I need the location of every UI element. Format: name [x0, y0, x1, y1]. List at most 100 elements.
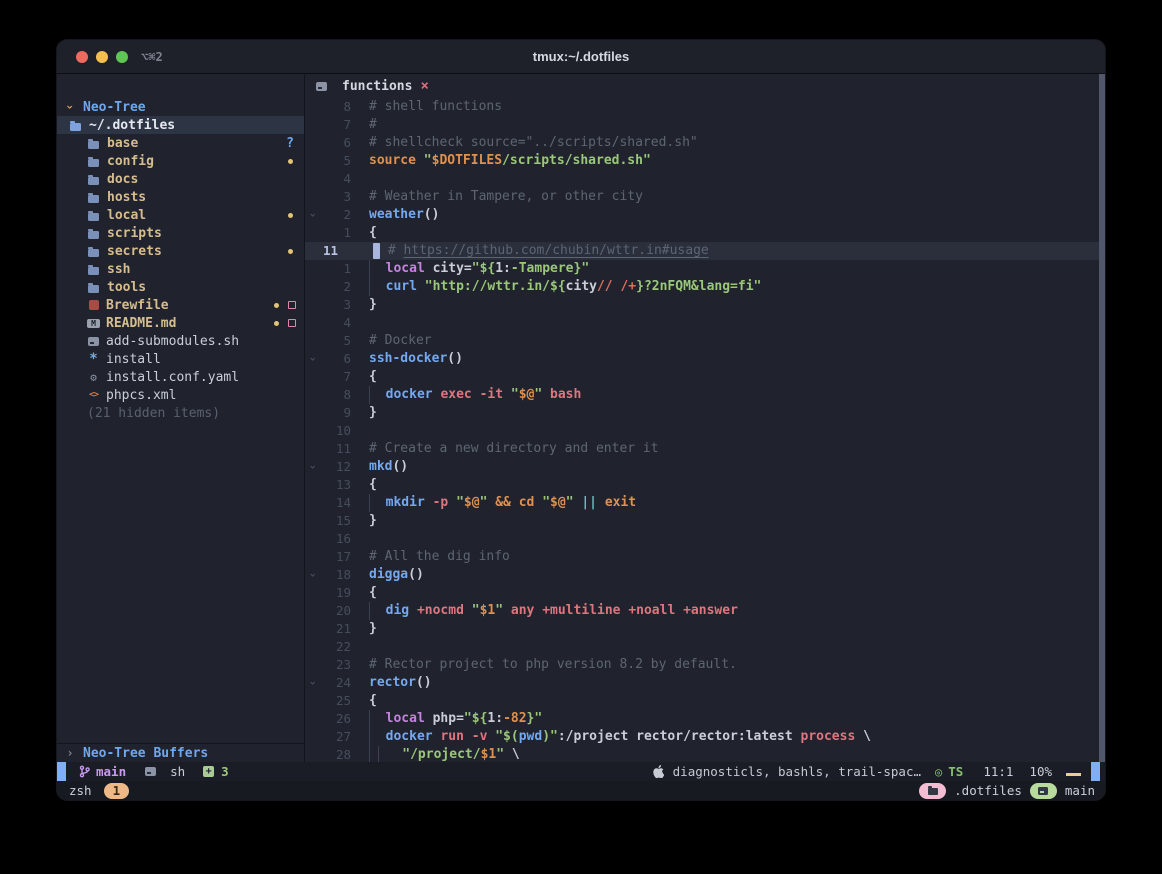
code-line[interactable]: 4	[305, 170, 1105, 188]
tree-item[interactable]: * install	[57, 350, 304, 368]
scroll-percent: 10%	[1029, 764, 1052, 779]
code-line[interactable]: 25{	[305, 692, 1105, 710]
line-number: 13	[319, 476, 351, 494]
code-line[interactable]: 19{	[305, 584, 1105, 602]
code-line[interactable]: 8 docker exec -it "$@" bash	[305, 386, 1105, 404]
tree-item[interactable]: scripts	[57, 224, 304, 242]
git-untracked-badge: ?	[286, 136, 294, 151]
code-line[interactable]: 7{	[305, 368, 1105, 386]
tree-item[interactable]: ~/.dotfiles	[57, 116, 304, 134]
fold-column[interactable]: ›	[305, 674, 319, 692]
cursor-position: 11:1	[983, 764, 1013, 779]
line-number: 4	[319, 170, 351, 188]
code-line[interactable]: 1 local city="${1:-Tampere}"	[305, 260, 1105, 278]
chevron-right-icon: ›	[65, 746, 75, 760]
code-line[interactable]: 6# shellcheck source="../scripts/shared.…	[305, 134, 1105, 152]
code-line[interactable]: 3# Weather in Tampere, or other city	[305, 188, 1105, 206]
fold-column[interactable]: ›	[305, 350, 319, 368]
code-line[interactable]: 3}	[305, 296, 1105, 314]
code-line[interactable]: ›12mkd()	[305, 458, 1105, 476]
line-number: 8	[319, 386, 351, 404]
code-line[interactable]: 8# shell functions	[305, 98, 1105, 116]
fold-column[interactable]: ›	[305, 566, 319, 584]
code-line-text: local php="${1:-82}"	[369, 710, 1105, 728]
tree-item[interactable]: secrets	[57, 242, 304, 260]
tmux-pane-name: main	[1065, 783, 1095, 798]
tmux-window-index[interactable]: 1	[104, 783, 130, 799]
neotree-header[interactable]: › Neo-Tree	[57, 98, 304, 116]
line-number: 24	[319, 674, 351, 692]
tab-close-icon[interactable]: ×	[420, 79, 428, 93]
fold-column[interactable]: ›	[305, 458, 319, 476]
tree-item-label: install.conf.yaml	[106, 370, 239, 385]
line-number: 15	[319, 512, 351, 530]
code-line[interactable]: 4	[305, 314, 1105, 332]
tree-item[interactable]: add-submodules.sh	[57, 332, 304, 350]
asterisk-icon: *	[89, 354, 97, 364]
tree-item-label: install	[106, 352, 161, 367]
code-line[interactable]: 5# Docker	[305, 332, 1105, 350]
tree-item[interactable]: <>phpcs.xml	[57, 386, 304, 404]
window-shortcut-label: ⌥⌘2	[141, 50, 163, 64]
tree-item[interactable]: docs	[57, 170, 304, 188]
code-line-text: docker run -v "$(pwd)":/project rector/r…	[369, 728, 1105, 746]
folder-icon	[88, 177, 99, 185]
code-line[interactable]: ›18digga()	[305, 566, 1105, 584]
code-line-text: ssh-docker()	[369, 350, 1105, 368]
neotree-sidebar: › Neo-Tree ~/.dotfilesbase? configdocshos…	[57, 74, 305, 762]
code-line-text: {	[369, 692, 1105, 710]
tree-item[interactable]: config	[57, 152, 304, 170]
neotree-buffers-section[interactable]: › Neo-Tree Buffers	[57, 743, 304, 762]
code-line[interactable]: 14 mkdir -p "$@" && cd "$@" || exit	[305, 494, 1105, 512]
code-line[interactable]: 15}	[305, 512, 1105, 530]
code-line[interactable]: ›6ssh-docker()	[305, 350, 1105, 368]
code-line-text: digga()	[369, 566, 1105, 584]
tree-item[interactable]: base?	[57, 134, 304, 152]
code-line[interactable]: 23# Rector project to php version 8.2 by…	[305, 656, 1105, 674]
scrollbar[interactable]	[1099, 74, 1105, 762]
statusline: main sh + 3 diagnosticls, bashls, trail-…	[57, 762, 1105, 781]
tree-item[interactable]: Brewfile	[57, 296, 304, 314]
tree-item[interactable]: tools	[57, 278, 304, 296]
zoom-window-button[interactable]	[116, 51, 128, 63]
code-line[interactable]: 11# Create a new directory and enter it	[305, 440, 1105, 458]
code-line[interactable]: 28 "/project/$1" \	[305, 746, 1105, 762]
code-line[interactable]: 21}	[305, 620, 1105, 638]
fold-column[interactable]: ›	[305, 206, 319, 224]
tree-item[interactable]: ssh	[57, 260, 304, 278]
code-line[interactable]: 16	[305, 530, 1105, 548]
code-line[interactable]: 22	[305, 638, 1105, 656]
code-line[interactable]: 26 local php="${1:-82}"	[305, 710, 1105, 728]
tree-item[interactable]: ⚙install.conf.yaml	[57, 368, 304, 386]
folder-icon	[88, 159, 99, 167]
tmux-session-name: zsh	[69, 783, 92, 798]
tab-functions[interactable]: functions	[342, 79, 412, 94]
close-window-button[interactable]	[76, 51, 88, 63]
lsp-clients-label: diagnosticls, bashls, trail-spac…	[673, 764, 921, 779]
line-number: 2	[319, 206, 351, 224]
nvim-main-area: › Neo-Tree ~/.dotfilesbase? configdocshos…	[57, 74, 1105, 762]
code-line[interactable]: ›24rector()	[305, 674, 1105, 692]
minimize-window-button[interactable]	[96, 51, 108, 63]
code-line[interactable]: 13{	[305, 476, 1105, 494]
code-line[interactable]: 7#	[305, 116, 1105, 134]
code-line[interactable]: 11 # https://github.com/chubin/wttr.in#u…	[305, 242, 1105, 260]
tree-item[interactable]: hosts	[57, 188, 304, 206]
indent-guide-icon	[369, 260, 378, 278]
line-number: 4	[319, 314, 351, 332]
code-line[interactable]: 2 curl "http://wttr.in/${city// /+}?2nFQ…	[305, 278, 1105, 296]
code-line[interactable]: 20 dig +nocmd "$1" any +multiline +noall…	[305, 602, 1105, 620]
code-line[interactable]: 9}	[305, 404, 1105, 422]
code-line[interactable]: 5source "$DOTFILES/scripts/shared.sh"	[305, 152, 1105, 170]
code-line[interactable]: 1{	[305, 224, 1105, 242]
code-line[interactable]: 17# All the dig info	[305, 548, 1105, 566]
code-line[interactable]: ›2weather()	[305, 206, 1105, 224]
tree-item[interactable]: MREADME.md	[57, 314, 304, 332]
code-line-text: #	[369, 116, 1105, 134]
tree-item-label: config	[107, 154, 154, 169]
code-line[interactable]: 27 docker run -v "$(pwd)":/project recto…	[305, 728, 1105, 746]
tree-item[interactable]: local	[57, 206, 304, 224]
code-line[interactable]: 10	[305, 422, 1105, 440]
line-number: 12	[319, 458, 351, 476]
neotree-buffers-title: Neo-Tree Buffers	[83, 746, 208, 761]
